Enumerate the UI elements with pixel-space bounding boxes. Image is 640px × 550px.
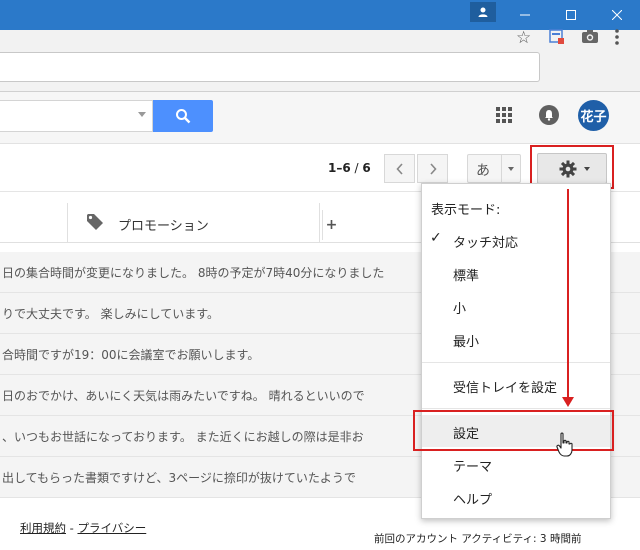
search-options-chevron-down-icon[interactable]	[138, 112, 146, 117]
tab-primary[interactable]	[0, 203, 68, 243]
menu-item-help[interactable]: ヘルプ	[422, 482, 610, 512]
account-activity-text: 前回のアカウント アクティビティ: 3 時間前	[374, 533, 582, 545]
menu-item-configure-inbox[interactable]: 受信トレイを設定	[422, 370, 610, 400]
window-titlebar	[0, 0, 640, 30]
apps-grid-icon[interactable]	[496, 107, 512, 123]
avatar[interactable]: 花子	[578, 100, 609, 131]
menu-divider	[422, 362, 610, 363]
newer-page-button[interactable]	[384, 154, 415, 183]
tag-icon	[87, 214, 103, 230]
browser-toolbar	[0, 30, 640, 92]
user-profile-icon[interactable]	[470, 2, 496, 22]
checkmark-icon: ✓	[430, 230, 442, 246]
message-snippet: 、いつもお世話になっております。 また近くにお越しの際は是非お	[2, 430, 364, 444]
gmail-header: 花子	[0, 92, 640, 144]
address-bar[interactable]	[0, 52, 540, 82]
display-density-heading: 表示モード:	[431, 203, 501, 218]
hand-cursor-icon	[556, 432, 573, 457]
annotation-arrow-head	[562, 397, 574, 407]
terms-link[interactable]: 利用規約	[20, 521, 66, 535]
add-tab-button[interactable]: +	[322, 210, 340, 240]
message-snippet: 出してもらった書類ですけど、3ページに捺印が抜けていたようで	[2, 471, 356, 485]
search-input[interactable]	[0, 100, 153, 132]
browser-menu-icon[interactable]	[614, 28, 620, 46]
search-icon	[176, 109, 191, 124]
chevron-right-icon	[429, 162, 437, 175]
message-snippet: 合時間ですが19：00に会議室でお願いします。	[2, 348, 260, 362]
tab-promotions[interactable]: プロモーション	[68, 203, 320, 243]
minimize-button[interactable]	[502, 0, 548, 30]
camera-icon[interactable]	[581, 29, 599, 44]
maximize-button[interactable]	[548, 0, 594, 30]
menu-item-standard[interactable]: 標準	[422, 258, 610, 288]
extension-icon[interactable]	[549, 29, 565, 45]
older-page-button[interactable]	[417, 154, 448, 183]
privacy-link[interactable]: プライバシー	[77, 521, 146, 535]
close-window-button[interactable]	[594, 0, 640, 30]
search-button[interactable]	[153, 100, 213, 132]
annotation-highlight-settings	[413, 410, 614, 451]
menu-item-theme[interactable]: テーマ	[422, 449, 610, 479]
settings-dropdown-menu: 表示モード: ✓ タッチ対応 標準 小 最小 受信トレイを設定 設定 テーマ ヘ…	[421, 183, 611, 519]
footer-links: 利用規約 - プライバシー	[20, 521, 147, 535]
bookmark-star-icon[interactable]: ☆	[516, 28, 531, 48]
notifications-bell-icon[interactable]	[539, 105, 559, 125]
chevron-down-icon	[508, 167, 514, 171]
tab-promotions-label: プロモーション	[118, 219, 209, 234]
message-snippet: 日のおでかけ、あいにく天気は雨みたいですね。 晴れるといいので	[2, 389, 365, 403]
input-tools-label: あ	[476, 163, 490, 179]
menu-divider	[422, 408, 610, 409]
menu-item-touch[interactable]: ✓ タッチ対応	[422, 225, 610, 255]
chevron-left-icon	[395, 162, 403, 175]
message-snippet: 日の集合時間が変更になりました。 8時の予定が7時40分になりました	[2, 266, 385, 280]
message-snippet: りで大丈夫です。 楽しみにしています。	[2, 307, 220, 321]
menu-item-smallest[interactable]: 最小	[422, 324, 610, 354]
pagination-text: 1–6 / 6	[328, 161, 371, 175]
annotation-arrow-line	[567, 189, 569, 399]
input-tools-button[interactable]: あ	[467, 154, 521, 183]
menu-item-small[interactable]: 小	[422, 291, 610, 321]
